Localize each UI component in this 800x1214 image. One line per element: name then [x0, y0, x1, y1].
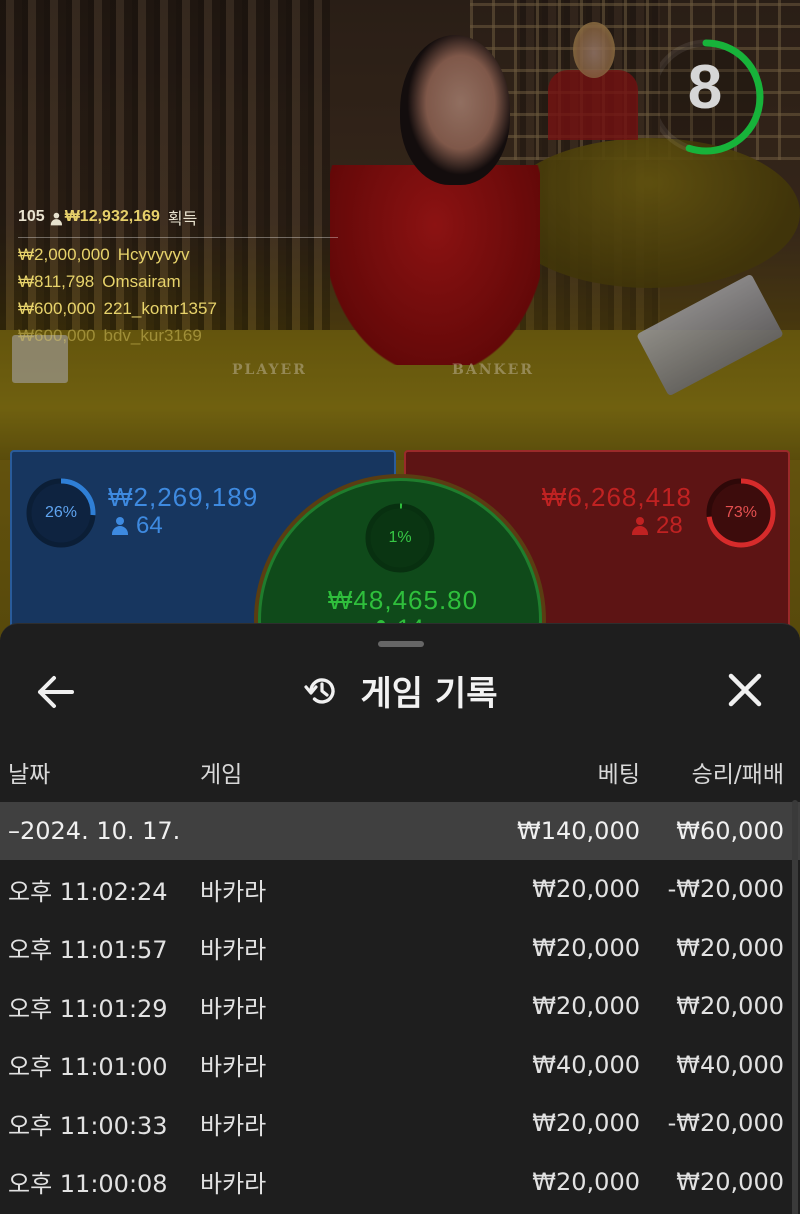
- table-row[interactable]: 오후 11:01:00 바카라 ₩40,000 ₩40,000: [0, 1036, 800, 1095]
- header-result: 승리/패배: [691, 762, 784, 788]
- winner-row: ₩600,000 bdv_kur3169: [18, 326, 338, 346]
- sheet-title-group: 게임 기록: [0, 666, 800, 715]
- game-history-sheet: 게임 기록 날짜 게임 베팅 승리/패배 –2024. 10. 17. ₩140…: [0, 623, 800, 1214]
- sheet-header: 게임 기록: [0, 652, 800, 728]
- row-time: 오후 11:01:00: [8, 1053, 168, 1082]
- player-bet-count: 64: [112, 512, 163, 540]
- close-button[interactable]: [718, 668, 772, 716]
- row-result: ₩20,000: [676, 933, 784, 962]
- countdown-timer: 8: [660, 30, 772, 164]
- row-game: 바카라: [200, 994, 267, 1023]
- player-count-value: 64: [136, 512, 163, 539]
- winners-ticker: 105 ₩12,932,169 획득 ₩2,000,000 Hcyvyvyv ₩8…: [18, 205, 338, 346]
- sheet-title: 게임 기록: [360, 674, 498, 714]
- header-date: 날짜: [8, 762, 51, 788]
- day-bet-total: ₩140,000: [517, 817, 640, 845]
- table-row[interactable]: 오후 11:01:29 바카라 ₩20,000 ₩20,000: [0, 977, 800, 1036]
- tie-bet-amount: ₩48,465.80: [327, 585, 479, 615]
- header-bet: 베팅: [597, 762, 640, 788]
- row-result: -₩20,000: [667, 875, 784, 904]
- winners-count: 105: [18, 208, 45, 225]
- row-game: 바카라: [200, 877, 267, 906]
- row-time: 오후 11:00:08: [8, 1170, 168, 1199]
- player-percent: 26%: [44, 504, 78, 521]
- row-bet: ₩20,000: [532, 875, 640, 904]
- player-percent-ring: 26%: [24, 476, 98, 550]
- winner-amount: ₩811,798: [18, 272, 95, 291]
- banker-percent: 73%: [724, 504, 758, 521]
- day-group-header[interactable]: –2024. 10. 17. ₩140,000 ₩60,000: [0, 802, 800, 860]
- row-time: 오후 11:01:57: [8, 936, 168, 965]
- row-bet: ₩20,000: [532, 992, 640, 1021]
- winner-row: ₩600,000 221_komr1357: [18, 299, 338, 319]
- player-bet-amount: ₩2,269,189: [108, 482, 259, 512]
- row-time: 오후 11:02:24: [8, 877, 168, 906]
- row-result: ₩40,000: [676, 1050, 784, 1079]
- row-bet: ₩20,000: [532, 1109, 640, 1138]
- history-clock-icon: [303, 677, 335, 704]
- day-result-total: ₩60,000: [676, 817, 784, 845]
- header-game: 게임: [200, 762, 243, 788]
- row-bet: ₩20,000: [532, 933, 640, 962]
- row-result: -₩20,000: [667, 1109, 784, 1138]
- user-icon: [50, 212, 62, 226]
- tie-percent: 1%: [388, 529, 412, 546]
- row-bet: ₩40,000: [532, 1050, 640, 1079]
- tie-percent-ring: 1%: [363, 501, 437, 575]
- winner-row: ₩811,798 Omsairam: [18, 272, 338, 292]
- table-header: 날짜 게임 베팅 승리/패배: [0, 742, 800, 802]
- winner-amount: ₩2,000,000: [18, 245, 110, 264]
- banker-count-value: 28: [656, 512, 683, 539]
- user-icon: [632, 517, 648, 535]
- history-table: 날짜 게임 베팅 승리/패배 –2024. 10. 17. ₩140,000 ₩…: [0, 742, 800, 1211]
- sheet-drag-handle[interactable]: [378, 641, 424, 647]
- winner-amount: ₩600,000: [18, 326, 96, 345]
- winners-suffix: 획득: [167, 211, 198, 228]
- row-bet: ₩20,000: [532, 1167, 640, 1196]
- winner-name: Hcyvyvyv: [117, 245, 190, 264]
- row-game: 바카라: [200, 1111, 267, 1140]
- row-time: 오후 11:00:33: [8, 1111, 168, 1140]
- close-icon: [728, 673, 762, 707]
- row-result: ₩20,000: [676, 1167, 784, 1196]
- winner-name: Omsairam: [102, 272, 181, 291]
- row-time: 오후 11:01:29: [8, 994, 168, 1023]
- row-game: 바카라: [200, 936, 267, 965]
- banker-bet-amount: ₩6,268,418: [541, 482, 692, 512]
- winners-summary: 105 ₩12,932,169 획득: [18, 205, 338, 238]
- winners-total: ₩12,932,169: [64, 208, 160, 225]
- timer-value: 8: [687, 53, 723, 122]
- day-date: –2024. 10. 17.: [8, 817, 181, 845]
- row-game: 바카라: [200, 1170, 267, 1199]
- scrollbar[interactable]: [792, 800, 798, 1214]
- table-row[interactable]: 오후 11:00:08 바카라 ₩20,000 ₩20,000: [0, 1153, 800, 1212]
- winner-amount: ₩600,000: [18, 299, 96, 318]
- banker-percent-ring: 73%: [704, 476, 778, 550]
- banker-bet-count: 28: [632, 512, 683, 540]
- winner-name: bdv_kur3169: [103, 326, 202, 345]
- row-result: ₩20,000: [676, 992, 784, 1021]
- table-row[interactable]: 오후 11:01:57 바카라 ₩20,000 ₩20,000: [0, 919, 800, 978]
- table-row[interactable]: 오후 11:02:24 바카라 ₩20,000 -₩20,000: [0, 860, 800, 919]
- table-row[interactable]: 오후 11:00:33 바카라 ₩20,000 -₩20,000: [0, 1094, 800, 1153]
- winner-name: 221_komr1357: [103, 299, 217, 318]
- row-game: 바카라: [200, 1053, 267, 1082]
- user-icon: [112, 517, 128, 535]
- winner-row: ₩2,000,000 Hcyvyvyv: [18, 245, 338, 265]
